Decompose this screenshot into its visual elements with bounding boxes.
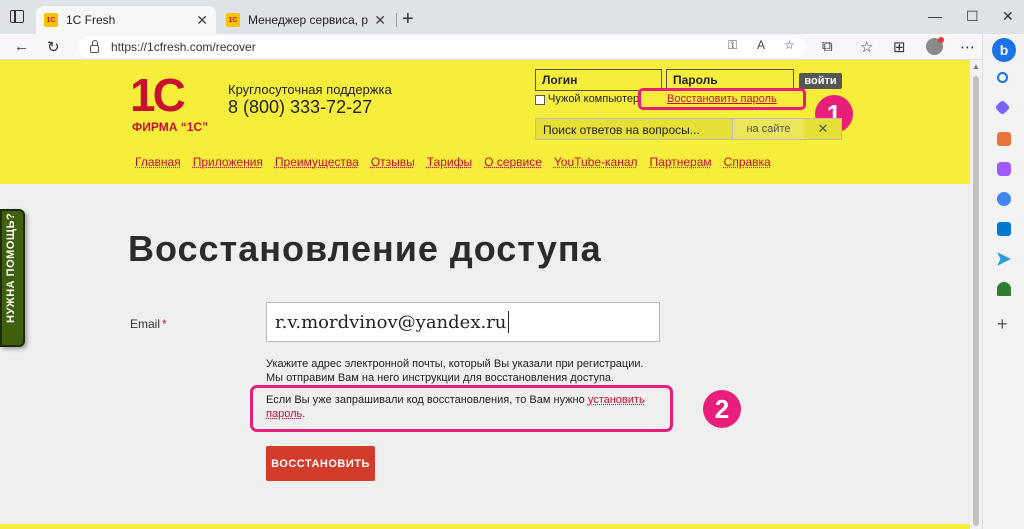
tab-actions-icon[interactable] [10,10,24,23]
required-mark: * [162,317,167,331]
foreign-computer-label: Чужой компьютер [548,93,640,105]
email-label-text: Email [130,317,161,331]
recover-button[interactable]: ВОССТАНОВИТЬ [266,446,375,481]
page-content: 1С ФИРМА “1С” Круглосуточная поддержка 8… [0,60,970,529]
close-tab-icon[interactable]: ✕ [374,12,386,29]
tab-title: Менеджер сервиса, редакция 1. [248,13,368,27]
tools-icon[interactable] [997,132,1011,146]
site-search[interactable]: Поиск ответов на вопросы... на сайте ✕ [535,118,842,140]
shopping-tag-icon[interactable] [994,99,1011,116]
search-icon[interactable] [997,72,1008,83]
email-hint: Укажите адрес электронной почты, который… [266,358,644,384]
url-text: https://1cfresh.com/recover [111,40,256,54]
extensions-icon[interactable]: ⧉ [822,38,833,55]
scroll-up-icon[interactable]: ▲ [972,62,980,71]
logo-text: ФИРМА “1С” [132,120,209,134]
favorites-icon[interactable]: ☆ [860,38,873,56]
foreign-computer-checkbox[interactable] [535,95,545,105]
new-tab-icon[interactable]: + [402,8,414,31]
nav-link-partners[interactable]: Партнерам [650,155,712,169]
key-icon[interactable]: ⚿ [728,38,737,53]
main-nav: Главная Приложения Преимущества Отзывы Т… [135,155,771,169]
outlook-icon[interactable] [997,222,1011,236]
nav-link-youtube[interactable]: YouTube-канал [554,155,638,169]
address-bar-row: ← ↻ https://1cfresh.com/recover ⚿ A ☆ ⧉ … [0,34,1024,60]
nav-link-advantages[interactable]: Преимущества [275,155,359,169]
email-value: r.v.mordvinov@yandex.ru [275,311,507,333]
send-icon[interactable] [997,252,1011,266]
refresh-icon[interactable]: ↻ [47,38,60,56]
add-icon[interactable]: + [997,314,1008,335]
nav-link-home[interactable]: Главная [135,155,181,169]
avatar[interactable] [926,37,944,55]
maximize-icon[interactable]: ☐ [966,8,979,25]
close-icon[interactable]: ✕ [806,121,840,137]
nav-link-tariffs[interactable]: Тарифы [427,155,472,169]
annotation-badge-2: 2 [703,390,741,428]
login-button[interactable]: войти [799,73,842,89]
search-scope-button[interactable]: на сайте [732,119,804,139]
highlight-box-1 [638,88,806,110]
search-input[interactable]: Поиск ответов на вопросы... [543,123,700,137]
favorite-star-icon[interactable]: ☆ [784,38,795,52]
highlight-box-2 [250,385,673,432]
1c-favicon-icon: 1С [226,13,240,27]
office-icon[interactable] [997,192,1011,206]
1c-logo[interactable]: 1С ФИРМА “1С” [130,69,216,134]
menu-icon[interactable]: ⋯ [960,38,975,56]
1c-favicon-icon: 1С [44,13,58,27]
page-title: Восстановление доступа [128,228,602,269]
email-field[interactable]: r.v.mordvinov@yandex.ru [266,302,660,342]
nav-link-apps[interactable]: Приложения [193,155,263,169]
site-header: 1С ФИРМА “1С” Круглосуточная поддержка 8… [0,60,970,184]
scroll-thumb[interactable] [973,76,979,526]
text-caret [508,311,510,333]
browser-tab-bar: 1С 1C Fresh ✕ 1С Менеджер сервиса, редак… [0,0,1024,34]
close-window-icon[interactable]: ✕ [1002,8,1014,25]
tab-service-manager[interactable]: 1С Менеджер сервиса, редакция 1. ✕ [218,6,394,34]
need-help-tab[interactable]: НУЖНА ПОМОЩЬ? [0,209,25,347]
games-icon[interactable] [997,162,1011,176]
footer-strip [0,524,970,529]
read-aloud-icon[interactable]: A [757,38,765,52]
nav-link-help[interactable]: Справка [724,155,771,169]
support-phone: 8 (800) 333-72-27 [228,97,373,117]
nav-link-about[interactable]: О сервисе [484,155,542,169]
email-label: Email * [130,317,167,331]
url-field[interactable]: https://1cfresh.com/recover [78,36,806,58]
support-label: Круглосуточная поддержка [228,82,392,97]
close-tab-icon[interactable]: ✕ [196,12,208,29]
minimize-icon[interactable]: — [928,8,942,24]
logo-mark: 1С [130,69,186,121]
back-icon[interactable]: ← [14,38,29,55]
nav-link-reviews[interactable]: Отзывы [371,155,415,169]
bing-icon[interactable]: b [992,38,1016,62]
collections-icon[interactable]: ⊞ [893,38,906,56]
edge-sidebar: b + [982,34,1024,529]
tree-icon[interactable] [997,282,1011,296]
tab-separator [396,13,397,27]
tab-title: 1C Fresh [66,13,116,27]
page-scrollbar[interactable]: ▲ [970,60,982,529]
lock-icon [90,40,99,53]
tab-1c-fresh[interactable]: 1С 1C Fresh ✕ [36,6,216,34]
need-help-label: НУЖНА ПОМОЩЬ? [5,212,17,323]
